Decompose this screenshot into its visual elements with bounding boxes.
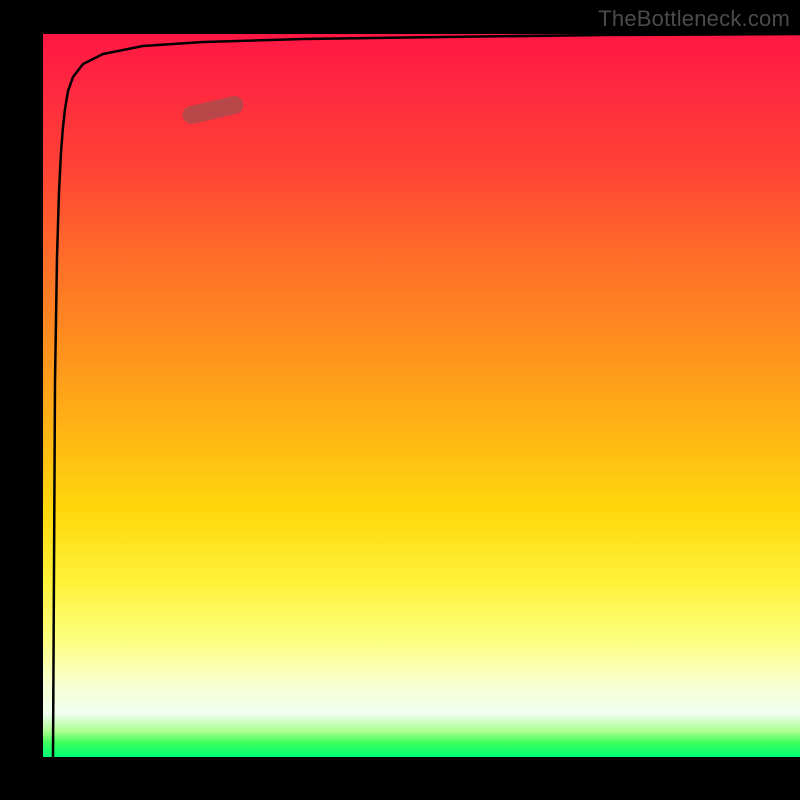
curve-layer [43, 34, 800, 757]
plot-area [43, 34, 800, 757]
chart-stage: TheBottleneck.com [0, 0, 800, 800]
main-curve-path [53, 34, 800, 757]
attribution-text: TheBottleneck.com [598, 6, 790, 32]
